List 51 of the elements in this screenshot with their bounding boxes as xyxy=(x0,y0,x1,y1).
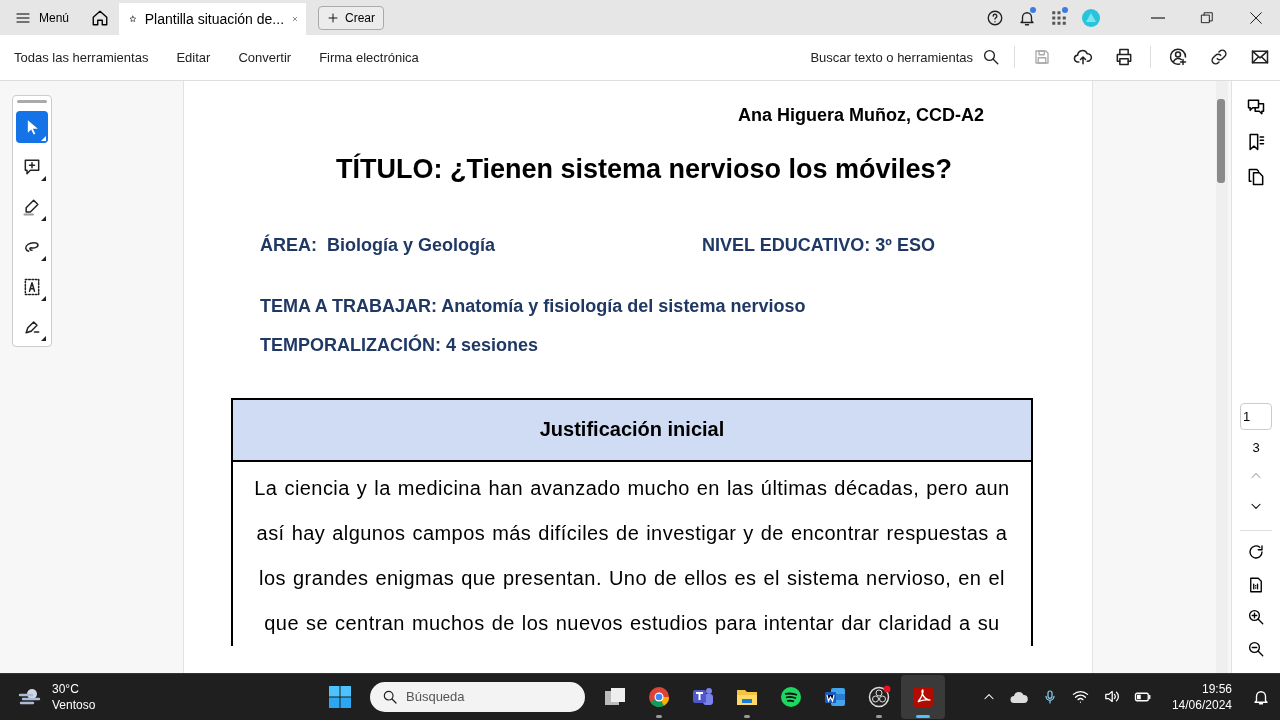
table-cell: La ciencia y la medicina han avanzado mucho en las últimas décadas, pero aun así hay algunos campos más difíciles de investigar y de encontrar respuestas a los grandes enigmas que presentan. Uno de ellos es el sistema nervioso, en el que se centran muchos de los nuevos estudios para intentar dar claridad a su xyxy=(232,460,1032,646)
weather-condition: Ventoso xyxy=(52,696,96,713)
zoom-in-icon[interactable] xyxy=(1247,607,1265,626)
table-header: Justificación inicial xyxy=(232,398,1032,461)
text-box-icon xyxy=(22,276,42,297)
menu-item[interactable]: Todas las herramientas xyxy=(6,43,157,71)
minimize-icon xyxy=(1150,16,1165,19)
area-label: ÁREA: Biología y Geología xyxy=(260,234,497,256)
zoom-out-icon[interactable] xyxy=(1247,640,1265,659)
search-icon xyxy=(382,688,398,705)
menu-item[interactable]: Editar xyxy=(168,43,219,71)
add-person-icon[interactable] xyxy=(1167,47,1188,68)
drag-handle[interactable] xyxy=(17,99,47,103)
pdf-app-icon xyxy=(911,684,935,709)
music-icon xyxy=(779,684,803,709)
cloud-icon[interactable] xyxy=(1009,689,1028,704)
timing-label: TEMPORALIZACIÓN: 4 sesiones xyxy=(259,334,540,356)
author-name: Ana Higuera Muñoz, CCD-A2 xyxy=(737,104,985,126)
page-count: 3 xyxy=(1252,439,1260,455)
wifi-icon[interactable] xyxy=(1071,688,1089,706)
record-app-icon xyxy=(867,684,891,709)
page-number-field[interactable]: 1 xyxy=(1240,402,1272,430)
close-icon xyxy=(1247,9,1264,26)
restore-icon xyxy=(1199,10,1214,25)
clock[interactable]: 19:56 14/06/2024 xyxy=(1165,679,1238,714)
start-icon[interactable] xyxy=(328,684,352,709)
temperature: 30°C xyxy=(52,680,80,697)
browser-icon xyxy=(647,684,671,709)
scrollbar-thumb[interactable] xyxy=(1217,98,1225,183)
taskbar-app-button[interactable] xyxy=(901,674,945,719)
apps-grid-icon[interactable] xyxy=(1050,8,1068,27)
rotate-icon[interactable] xyxy=(1247,543,1265,562)
search-icon xyxy=(982,48,1000,67)
taskbar-search-field[interactable]: Búsqueda xyxy=(370,681,585,712)
pages-icon[interactable] xyxy=(1246,166,1266,187)
menu-item[interactable]: Convertir xyxy=(230,43,300,71)
menu-item[interactable]: Firma electrónica xyxy=(311,43,427,71)
bookmark-icon[interactable] xyxy=(1246,131,1266,152)
topic-label: TEMA A TRABAJAR: Anatomía y fisiología del sistema nervioso xyxy=(259,295,807,317)
plus-icon xyxy=(327,11,340,24)
menu-button[interactable]: Menú xyxy=(0,0,82,35)
home-icon xyxy=(91,8,110,27)
document-tab[interactable]: Plantilla situación de... xyxy=(119,3,307,35)
level-label: NIVEL EDUCATIVO: 3º ESO xyxy=(702,234,935,256)
actual-size-icon[interactable] xyxy=(1247,575,1265,594)
search-tools-button[interactable]: Buscar texto o herramientas xyxy=(802,44,1008,71)
help-icon[interactable] xyxy=(986,8,1004,27)
create-button[interactable]: Crear xyxy=(318,5,385,30)
link-icon[interactable] xyxy=(1208,47,1229,68)
scrollbar[interactable] xyxy=(1216,80,1228,673)
document-title: TÍTULO: ¿Tienen sistema nervioso los móviles? xyxy=(334,153,954,185)
